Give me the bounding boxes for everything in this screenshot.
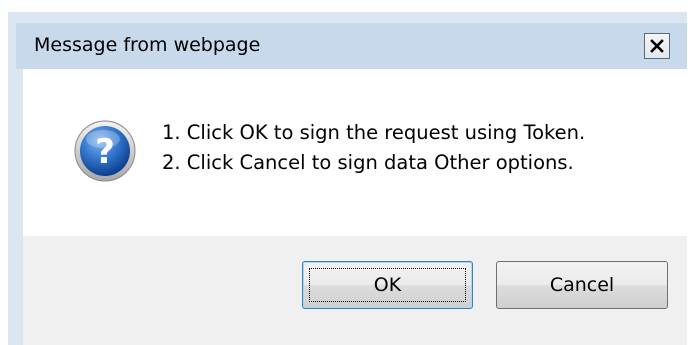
ok-button-label: OK: [373, 274, 402, 296]
dialog-message: 1. Click OK to sign the request using To…: [162, 118, 585, 178]
message-line-2: 2. Click Cancel to sign data Other optio…: [162, 151, 574, 174]
cancel-button-label: Cancel: [549, 274, 615, 296]
close-icon: [650, 39, 664, 53]
message-line-1: 1. Click OK to sign the request using To…: [162, 121, 586, 144]
svg-text:?: ?: [95, 132, 115, 172]
ok-button[interactable]: OK: [302, 261, 473, 309]
question-icon: ?: [73, 119, 137, 183]
cancel-button[interactable]: Cancel: [496, 261, 668, 309]
close-button[interactable]: [644, 33, 670, 59]
dialog-title: Message from webpage: [34, 34, 261, 56]
